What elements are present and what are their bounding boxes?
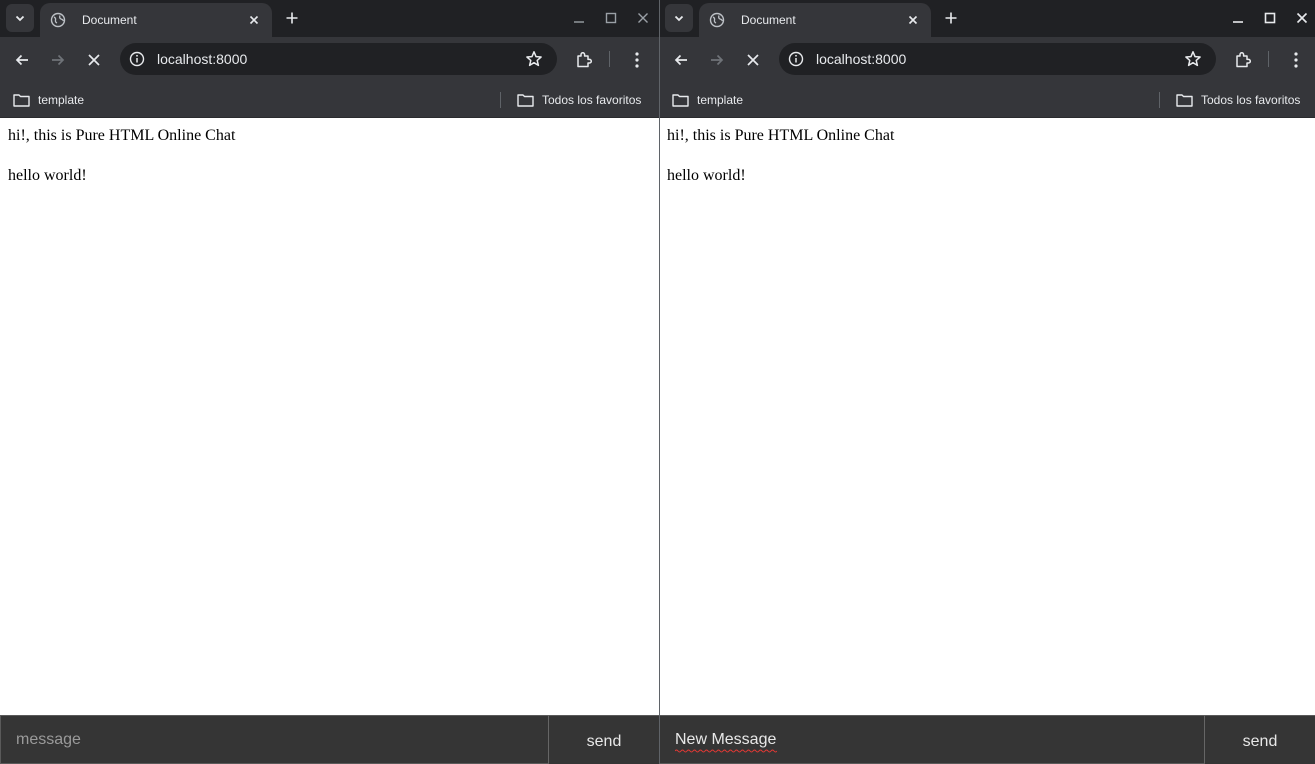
message-composer: send [659, 715, 1315, 764]
bookmark-label: template [38, 93, 85, 107]
maximize-icon [1264, 12, 1276, 24]
plus-icon [286, 12, 298, 24]
address-bar[interactable]: localhost:8000 [779, 43, 1216, 75]
chevron-down-icon [674, 15, 684, 22]
folder-icon [1176, 94, 1193, 107]
close-window-button[interactable] [1292, 8, 1312, 28]
browser-window-right: Document localhost:8000 template Todos l… [659, 0, 1315, 764]
minimize-icon [1233, 21, 1243, 23]
chat-message: hello world! [667, 167, 746, 184]
stop-loading-button[interactable] [82, 48, 106, 72]
close-window-button[interactable] [633, 8, 653, 28]
chat-page: hi!, this is Pure HTML Online Chat hello… [659, 118, 1315, 715]
chat-message: hello world! [8, 167, 87, 184]
send-button[interactable]: send [1205, 715, 1315, 764]
send-button[interactable]: send [549, 715, 659, 764]
site-info-icon[interactable] [128, 50, 146, 68]
extensions-button[interactable] [1231, 48, 1255, 72]
tab-title: Document [82, 13, 137, 27]
maximize-button[interactable] [1260, 8, 1280, 28]
active-tab[interactable]: Document [699, 3, 931, 37]
address-bar[interactable]: localhost:8000 [120, 43, 557, 75]
back-button[interactable] [669, 48, 693, 72]
bookmark-folder-template[interactable]: template [13, 82, 84, 118]
folder-icon [13, 94, 30, 107]
tab-strip: Document [659, 0, 1315, 37]
site-info-icon[interactable] [787, 50, 805, 68]
forward-icon [711, 54, 724, 66]
bookmark-label: template [697, 93, 744, 107]
browser-toolbar: localhost:8000 [0, 37, 659, 82]
back-button[interactable] [10, 48, 34, 72]
url-text: localhost:8000 [816, 51, 907, 67]
toolbar-divider [609, 51, 610, 67]
browser-window-left: Document localhost:8000 template Todos l… [0, 0, 659, 764]
active-tab[interactable]: Document [40, 3, 272, 37]
chat-message: hi!, this is Pure HTML Online Chat [667, 127, 895, 144]
message-input[interactable] [659, 715, 1205, 764]
forward-button[interactable] [705, 48, 729, 72]
all-bookmarks-button[interactable]: Todos los favoritos [1176, 82, 1300, 118]
close-icon [1296, 12, 1308, 24]
bookmarks-bar: template Todos los favoritos [0, 82, 659, 118]
menu-icon [635, 52, 639, 68]
stop-icon [88, 54, 100, 66]
browser-toolbar: localhost:8000 [659, 37, 1315, 82]
bookmarks-bar: template Todos los favoritos [659, 82, 1315, 118]
minimize-button[interactable] [1228, 8, 1248, 28]
new-tab-button[interactable] [941, 8, 961, 28]
menu-button[interactable] [625, 48, 649, 72]
url-text: localhost:8000 [157, 51, 248, 67]
all-bookmarks-label: Todos los favoritos [1201, 93, 1301, 107]
chat-message: hi!, this is Pure HTML Online Chat [8, 127, 236, 144]
bookmarks-divider [1159, 92, 1160, 108]
globe-icon [709, 12, 725, 28]
minimize-icon [574, 21, 584, 23]
chevron-down-icon [15, 15, 25, 22]
bookmarks-divider [500, 92, 501, 108]
message-input[interactable] [0, 715, 549, 764]
extensions-icon [1236, 51, 1252, 68]
chat-page: hi!, this is Pure HTML Online Chat hello… [0, 118, 659, 715]
all-bookmarks-button[interactable]: Todos los favoritos [517, 82, 641, 118]
back-icon [15, 54, 28, 66]
back-icon [674, 54, 687, 66]
globe-icon [50, 12, 66, 28]
tab-title: Document [741, 13, 796, 27]
minimize-button[interactable] [569, 8, 589, 28]
close-tab-icon[interactable] [905, 12, 921, 28]
tab-search-button[interactable] [6, 4, 34, 32]
toolbar-divider [1268, 51, 1269, 67]
menu-button[interactable] [1284, 48, 1308, 72]
star-icon[interactable] [524, 49, 544, 69]
stop-icon [747, 54, 759, 66]
star-icon[interactable] [1183, 49, 1203, 69]
forward-button[interactable] [46, 48, 70, 72]
plus-icon [945, 12, 957, 24]
close-icon [638, 13, 648, 23]
forward-icon [52, 54, 65, 66]
extensions-icon [577, 51, 593, 68]
maximize-icon [605, 12, 617, 24]
tab-search-button[interactable] [665, 4, 693, 32]
stop-loading-button[interactable] [741, 48, 765, 72]
close-tab-icon[interactable] [246, 12, 262, 28]
new-tab-button[interactable] [282, 8, 302, 28]
folder-icon [672, 94, 689, 107]
all-bookmarks-label: Todos los favoritos [542, 93, 642, 107]
folder-icon [517, 94, 534, 107]
tab-strip: Document [0, 0, 659, 37]
maximize-button[interactable] [601, 8, 621, 28]
bookmark-folder-template[interactable]: template [672, 82, 743, 118]
menu-icon [1294, 52, 1298, 68]
message-composer: send [0, 715, 659, 764]
extensions-button[interactable] [572, 48, 596, 72]
